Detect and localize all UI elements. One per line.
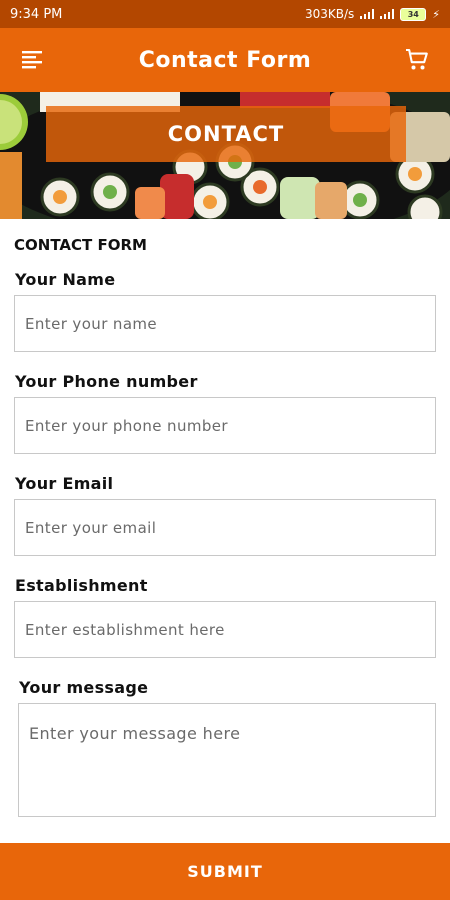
network-speed: 303KB/s xyxy=(304,7,355,21)
status-bar: 9:34 PM 303KB/s 34 ⚡ xyxy=(0,0,450,28)
phone-input[interactable] xyxy=(14,397,436,454)
battery-level: 34 xyxy=(407,9,419,19)
menu-icon[interactable] xyxy=(18,45,48,75)
establishment-input[interactable] xyxy=(14,601,436,658)
message-textarea[interactable] xyxy=(18,703,436,817)
email-label: Your Email xyxy=(15,474,114,493)
email-input[interactable] xyxy=(14,499,436,556)
name-label: Your Name xyxy=(15,270,116,289)
page-title: Contact Form xyxy=(138,47,312,73)
message-label: Your message xyxy=(19,678,149,697)
charging-icon: ⚡ xyxy=(432,7,440,21)
submit-button[interactable]: SUBMIT xyxy=(0,843,450,900)
hero-image: CONTACT xyxy=(0,92,450,219)
app-bar: Contact Form xyxy=(0,28,450,92)
cart-icon[interactable] xyxy=(402,45,432,75)
signal-icon xyxy=(360,9,375,19)
contact-banner: CONTACT xyxy=(46,106,406,162)
wifi-signal-icon xyxy=(380,9,395,19)
phone-label: Your Phone number xyxy=(15,372,198,391)
banner-text: CONTACT xyxy=(167,122,285,146)
status-indicators: 303KB/s 34 ⚡ xyxy=(305,7,440,21)
form-section-title: CONTACT FORM xyxy=(14,236,147,254)
establishment-label: Establishment xyxy=(15,576,148,595)
name-input[interactable] xyxy=(14,295,436,352)
status-time: 9:34 PM xyxy=(10,6,63,22)
battery-icon: 34 xyxy=(400,7,427,21)
